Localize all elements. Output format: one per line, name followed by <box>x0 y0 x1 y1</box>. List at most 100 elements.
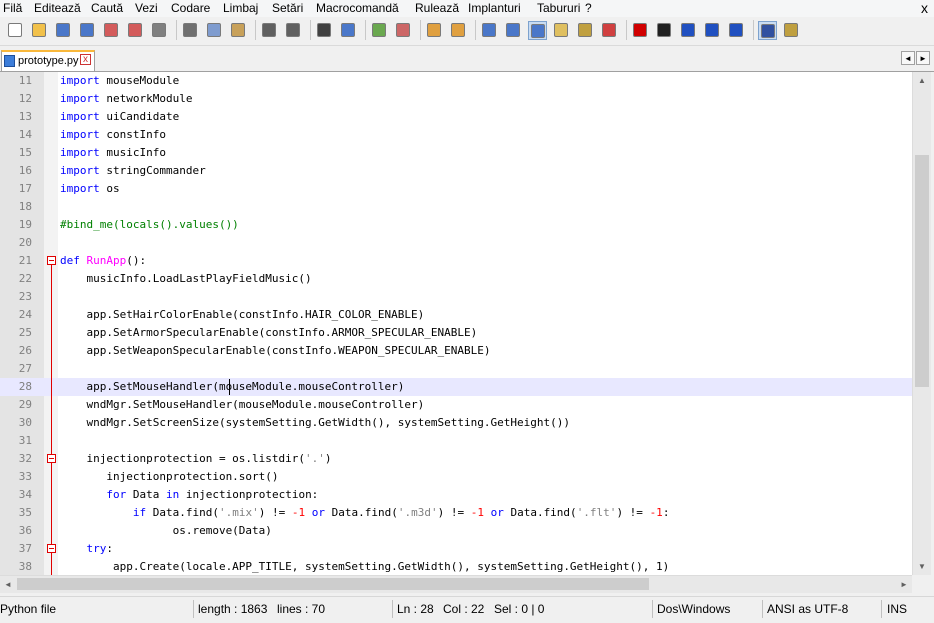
tab-scroll-right-button[interactable]: ► <box>916 51 930 65</box>
code-line[interactable]: 35 if Data.find('.mix') != -1 or Data.fi… <box>0 504 912 522</box>
menu-editează[interactable]: Editează <box>34 0 81 17</box>
folder-workspace-icon[interactable] <box>600 21 618 39</box>
save-macro-icon[interactable] <box>727 21 745 39</box>
line-number: 31 <box>18 434 32 447</box>
line-number: 12 <box>18 92 32 105</box>
status-eol: Dos\Windows <box>657 602 731 616</box>
tab-prototype-py[interactable]: prototype.py x <box>1 50 95 71</box>
code-line[interactable]: 30 wndMgr.SetScreenSize(systemSetting.Ge… <box>0 414 912 432</box>
open-file-icon[interactable] <box>30 21 48 39</box>
code-text: app.SetHairColorEnable(constInfo.HAIR_CO… <box>60 306 424 324</box>
save-icon[interactable] <box>54 21 72 39</box>
zoom-in-icon[interactable] <box>370 21 388 39</box>
code-line[interactable]: 13 import uiCandidate <box>0 108 912 126</box>
fold-toggle-icon[interactable] <box>47 454 56 463</box>
code-line[interactable]: 38 app.Create(locale.APP_TITLE, systemSe… <box>0 558 912 575</box>
scroll-down-arrow-icon[interactable]: ▼ <box>913 558 931 575</box>
save-all-icon[interactable] <box>78 21 96 39</box>
code-line[interactable]: 18 <box>0 198 912 216</box>
vertical-scroll-thumb[interactable] <box>915 155 929 387</box>
code-line[interactable]: 15 import musicInfo <box>0 144 912 162</box>
horizontal-scroll-thumb[interactable] <box>17 578 649 590</box>
code-line[interactable]: 26 app.SetWeaponSpecularEnable(constInfo… <box>0 342 912 360</box>
code-line[interactable]: 29 wndMgr.SetMouseHandler(mouseModule.mo… <box>0 396 912 414</box>
code-line[interactable]: 23 <box>0 288 912 306</box>
scroll-left-arrow-icon[interactable]: ◄ <box>0 576 16 593</box>
find-icon[interactable] <box>315 21 333 39</box>
code-line[interactable]: 27 <box>0 360 912 378</box>
sync-horizontal-icon[interactable] <box>449 21 467 39</box>
redo-icon[interactable] <box>284 21 302 39</box>
tab-scroll-left-button[interactable]: ◄ <box>901 51 915 65</box>
menu-filă[interactable]: Filă <box>3 0 22 17</box>
play-multiple-icon[interactable] <box>703 21 721 39</box>
function-list-icon[interactable] <box>576 21 594 39</box>
close-all-icon[interactable] <box>126 21 144 39</box>
horizontal-scrollbar[interactable]: ◄ ► <box>0 575 912 593</box>
menu-implanturi[interactable]: Implanturi <box>468 0 521 17</box>
tab-close-icon[interactable]: x <box>80 54 91 65</box>
code-line[interactable]: 11 import mouseModule <box>0 72 912 90</box>
menu-setări[interactable]: Setări <box>272 0 303 17</box>
close-file-icon[interactable] <box>102 21 120 39</box>
code-line[interactable]: 19 #bind_me(locals().values()) <box>0 216 912 234</box>
menu-tabururi[interactable]: Tabururi <box>537 0 580 17</box>
new-file-icon[interactable] <box>6 21 24 39</box>
status-bar: Python file length : 1863 lines : 70 Ln … <box>0 596 934 623</box>
menu-limbaj[interactable]: Limbaj <box>223 0 258 17</box>
code-line[interactable]: 32 injectionprotection = os.listdir('.') <box>0 450 912 468</box>
code-line[interactable]: 25 app.SetArmorSpecularEnable(constInfo.… <box>0 324 912 342</box>
menu-codare[interactable]: Codare <box>171 0 210 17</box>
vertical-scrollbar[interactable]: ▲ ▼ <box>912 72 931 575</box>
menu-macrocomandă[interactable]: Macrocomandă <box>316 0 399 17</box>
code-line[interactable]: 12 import networkModule <box>0 90 912 108</box>
code-token: app.SetArmorSpecularEnable(constInfo.ARM… <box>60 326 478 339</box>
code-line[interactable]: 21 def RunApp(): <box>0 252 912 270</box>
menu-vezi[interactable]: Vezi <box>135 0 158 17</box>
code-line[interactable]: 22 musicInfo.LoadLastPlayFieldMusic() <box>0 270 912 288</box>
fold-toggle-icon[interactable] <box>47 544 56 553</box>
code-line[interactable]: 17 import os <box>0 180 912 198</box>
toolbar-separator <box>420 20 421 40</box>
cut-icon[interactable] <box>181 21 199 39</box>
record-macro-icon[interactable] <box>631 21 649 39</box>
stop-macro-icon[interactable] <box>655 21 673 39</box>
show-all-chars-icon[interactable] <box>504 21 522 39</box>
copy-icon[interactable] <box>205 21 223 39</box>
code-line[interactable]: 28 app.SetMouseHandler(mouseModule.mouse… <box>0 378 912 396</box>
close-window-icon[interactable]: x <box>921 0 928 16</box>
menu-?[interactable]: ? <box>585 0 592 17</box>
fold-toggle-icon[interactable] <box>47 256 56 265</box>
scroll-right-arrow-icon[interactable]: ► <box>896 576 912 593</box>
sync-vertical-icon[interactable] <box>425 21 443 39</box>
print-icon[interactable] <box>150 21 168 39</box>
menu-caută[interactable]: Caută <box>91 0 123 17</box>
undo-icon[interactable] <box>260 21 278 39</box>
paste-icon[interactable] <box>229 21 247 39</box>
spellcheck-icon[interactable] <box>758 21 777 40</box>
code-line[interactable]: 31 <box>0 432 912 450</box>
code-line[interactable]: 20 <box>0 234 912 252</box>
code-line[interactable]: 34 for Data in injectionprotection: <box>0 486 912 504</box>
plugin-icon[interactable] <box>782 21 800 39</box>
scroll-up-arrow-icon[interactable]: ▲ <box>913 72 931 89</box>
word-wrap-icon[interactable] <box>480 21 498 39</box>
indent-guide-icon[interactable] <box>528 21 547 40</box>
code-token: import <box>60 146 100 159</box>
replace-icon[interactable] <box>339 21 357 39</box>
line-number: 35 <box>18 506 32 519</box>
code-line[interactable]: 16 import stringCommander <box>0 162 912 180</box>
code-line[interactable]: 36 os.remove(Data) <box>0 522 912 540</box>
status-length: length : 1863 <box>198 602 268 616</box>
play-macro-icon[interactable] <box>679 21 697 39</box>
code-text: #bind_me(locals().values()) <box>60 216 239 234</box>
menu-rulează[interactable]: Rulează <box>415 0 459 17</box>
code-line[interactable]: 14 import constInfo <box>0 126 912 144</box>
code-line[interactable]: 37 try: <box>0 540 912 558</box>
status-divider <box>881 600 882 618</box>
zoom-out-icon[interactable] <box>394 21 412 39</box>
code-line[interactable]: 33 injectionprotection.sort() <box>0 468 912 486</box>
code-line[interactable]: 24 app.SetHairColorEnable(constInfo.HAIR… <box>0 306 912 324</box>
doc-map-icon[interactable] <box>552 21 570 39</box>
code-editor[interactable]: 11 import mouseModule 12 import networkModu… <box>0 72 912 575</box>
